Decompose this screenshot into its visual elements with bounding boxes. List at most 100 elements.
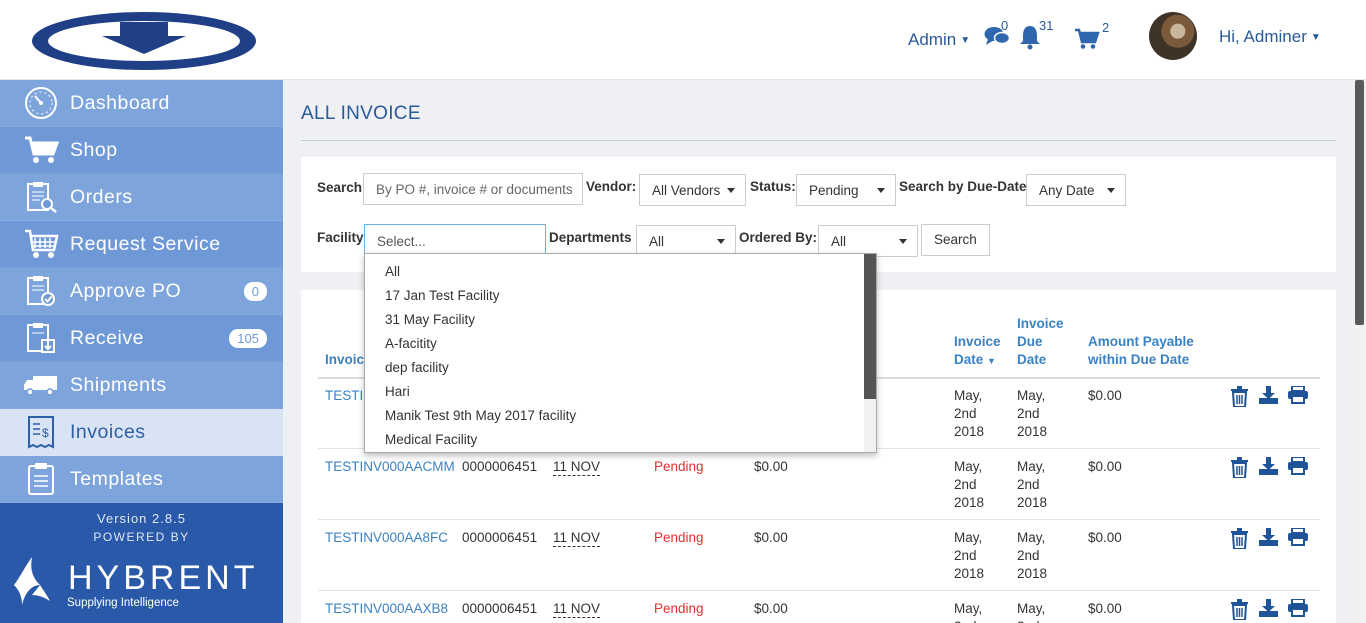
facility-option[interactable]: Hari — [365, 380, 876, 404]
vendor-select[interactable]: All Vendors — [639, 174, 746, 206]
trash-icon[interactable] — [1230, 386, 1249, 408]
due-date-select[interactable]: Any Date — [1026, 174, 1126, 206]
print-icon[interactable] — [1288, 385, 1308, 406]
user-menu[interactable]: Hi, Adminer ▼ — [1219, 27, 1321, 47]
facility-option[interactable]: A-facitity — [365, 332, 876, 356]
due-date: May, 2nd 2018 — [1017, 459, 1048, 510]
vendor-label: Vendor: — [586, 179, 637, 194]
facility-option[interactable]: Medical Facility — [365, 428, 876, 452]
sidebar-item-dashboard[interactable]: Dashboard — [0, 80, 283, 127]
col-invoice-header[interactable]: Invoic — [325, 351, 364, 369]
sidebar-item-request-service[interactable]: Request Service — [0, 221, 283, 268]
sidebar-item-label: Invoices — [70, 420, 146, 443]
col-due-date-header[interactable]: Invoice Due Date — [1017, 315, 1064, 369]
po-number: 0000006451 — [462, 459, 538, 474]
status-select[interactable]: Pending — [796, 174, 896, 206]
col-invoice-date-header[interactable]: Invoice Date ▼ — [954, 333, 1001, 370]
sidebar-item-receive[interactable]: Receive 105 — [0, 315, 283, 362]
amount-payable: $0.00 — [1088, 530, 1122, 545]
invoice-date: May, 2nd 2018 — [954, 388, 985, 439]
caret-down-icon — [899, 239, 907, 244]
dashboard-icon — [22, 86, 60, 120]
cart-count: 2 — [1102, 20, 1110, 35]
sidebar-item-shop[interactable]: Shop — [0, 127, 283, 174]
chevron-down-icon: ▼ — [960, 35, 971, 46]
avatar[interactable] — [1149, 12, 1197, 60]
powered-by-text: POWERED BY — [93, 530, 190, 544]
invoice-amount: $0.00 — [754, 601, 788, 616]
download-icon[interactable] — [1259, 599, 1278, 619]
sidebar-item-label: Shop — [70, 138, 118, 161]
sidebar-item-templates[interactable]: Templates — [0, 456, 283, 503]
row-divider — [318, 519, 1320, 520]
company-logo[interactable] — [30, 10, 258, 72]
facility-dropdown: All 17 Jan Test Facility 31 May Facility… — [364, 253, 877, 453]
sidebar-item-label: Shipments — [70, 373, 167, 396]
brand-tagline: Supplying Intelligence — [67, 597, 179, 609]
caret-down-icon — [1107, 188, 1115, 193]
po-number: 0000006451 — [462, 601, 538, 616]
print-icon[interactable] — [1288, 456, 1308, 477]
truck-icon — [22, 368, 60, 402]
invoice-number-link[interactable]: TESTINV000AACMM — [325, 458, 455, 476]
due-date: May,2nd — [1017, 601, 1046, 623]
header-line: within Due Date — [1088, 352, 1190, 367]
invoice-number-link[interactable]: TESTINV000AA8FC — [325, 529, 448, 547]
po-number: 0000006451 — [462, 530, 538, 545]
header-line: Amount Payable — [1088, 334, 1194, 349]
page-scrollbar[interactable] — [1353, 80, 1366, 623]
facility-option[interactable]: dep facility — [365, 356, 876, 380]
trash-icon[interactable] — [1230, 599, 1249, 621]
facility-label: Facility — [317, 230, 364, 245]
header-line: Invoice — [1017, 316, 1064, 331]
sidebar-item-approve-po[interactable]: Approve PO 0 — [0, 268, 283, 315]
orders-icon — [22, 180, 60, 214]
templates-icon — [22, 462, 60, 496]
receive-icon — [22, 321, 60, 355]
sidebar-item-label: Request Service — [70, 232, 221, 255]
row-actions — [1230, 598, 1308, 621]
approve-po-count-badge: 0 — [243, 281, 267, 301]
hybrent-logo: HYBRENT Supplying Intelligence — [10, 555, 260, 615]
order-date: 11 NOV — [553, 601, 601, 618]
header-line: Date — [954, 352, 984, 367]
admin-menu[interactable]: Admin ▼ — [908, 30, 970, 50]
invoice-date: May, 2nd 2018 — [954, 459, 985, 510]
sidebar-item-invoices[interactable]: $ Invoices — [0, 409, 283, 456]
cart-icon[interactable] — [1074, 28, 1100, 50]
col-amount-header[interactable]: Amount Payable within Due Date — [1088, 333, 1194, 369]
download-icon[interactable] — [1259, 528, 1278, 548]
facility-option[interactable]: 17 Jan Test Facility — [365, 284, 876, 308]
amount-payable: $0.00 — [1088, 388, 1122, 403]
sidebar: Dashboard Shop Orders Request Service Ap… — [0, 80, 283, 623]
print-icon[interactable] — [1288, 527, 1308, 548]
download-icon[interactable] — [1259, 457, 1278, 477]
due-date: May, 2nd 2018 — [1017, 388, 1048, 439]
receive-count-badge: 105 — [229, 328, 267, 348]
print-icon[interactable] — [1288, 598, 1308, 619]
sort-down-icon: ▼ — [987, 356, 996, 366]
invoice-date: May, 2nd 2018 — [954, 530, 985, 581]
ordered-by-value: All — [831, 234, 847, 249]
search-input[interactable]: By PO #, invoice # or documents — [363, 173, 583, 205]
due-date-label: Search by Due-Date — [899, 179, 1027, 194]
invoice-number-link[interactable]: TESTINV000AAXB8 — [325, 600, 448, 618]
caret-down-icon — [877, 188, 885, 193]
dropdown-scroll-thumb[interactable] — [864, 254, 876, 399]
caret-down-icon — [717, 239, 725, 244]
trash-icon[interactable] — [1230, 528, 1249, 550]
dropdown-scrollbar[interactable] — [864, 254, 876, 452]
search-button[interactable]: Search — [921, 224, 990, 256]
search-label: Search — [317, 180, 363, 195]
header-line: Date — [1017, 352, 1047, 367]
sidebar-item-orders[interactable]: Orders — [0, 174, 283, 221]
page-scroll-thumb[interactable] — [1355, 80, 1364, 325]
trash-icon[interactable] — [1230, 457, 1249, 479]
facility-option[interactable]: Manik Test 9th May 2017 facility — [365, 404, 876, 428]
order-date: 11 NOV — [553, 530, 601, 547]
sidebar-item-shipments[interactable]: Shipments — [0, 362, 283, 409]
departments-label: Departments — [549, 230, 632, 245]
facility-option[interactable]: 31 May Facility — [365, 308, 876, 332]
facility-option[interactable]: All — [365, 260, 876, 284]
download-icon[interactable] — [1259, 386, 1278, 406]
